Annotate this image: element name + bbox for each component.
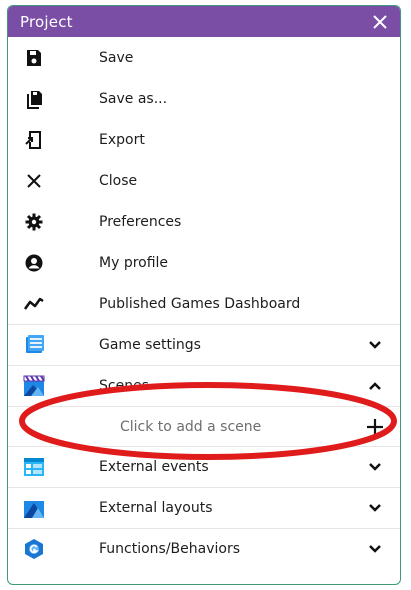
section-functions-behaviors[interactable]: Functions/Behaviors — [8, 528, 400, 569]
project-menu: Save Save as... Export Close Preferences… — [8, 37, 400, 569]
title-bar: Project — [8, 6, 400, 37]
section-label: Scenes — [99, 378, 149, 394]
section-label: External layouts — [99, 500, 213, 516]
menu-item-published-games-dashboard[interactable]: Published Games Dashboard — [8, 283, 400, 324]
chevron-down-icon — [369, 341, 381, 349]
menu-item-export[interactable]: Export — [8, 119, 400, 160]
export-icon — [23, 129, 45, 151]
section-external-events[interactable]: External events — [8, 446, 400, 487]
analytics-icon — [23, 293, 45, 315]
menu-item-label: Save — [99, 49, 134, 66]
section-label: Functions/Behaviors — [99, 541, 241, 557]
chevron-down-icon — [369, 463, 381, 471]
close-project-icon — [23, 170, 45, 192]
section-external-layouts[interactable]: External layouts — [8, 487, 400, 528]
menu-item-label: Export — [99, 131, 145, 148]
add-scene-label: Click to add a scene — [120, 418, 262, 435]
functions-behaviors-icon — [25, 539, 43, 559]
chevron-up-icon — [369, 382, 381, 390]
chevron-down-icon — [369, 545, 381, 553]
chevron-down-icon — [369, 504, 381, 512]
section-scenes[interactable]: Scenes — [8, 365, 400, 406]
project-panel: Project Save Save as... Export Close Pre… — [7, 5, 401, 585]
menu-item-close[interactable]: Close — [8, 160, 400, 201]
plus-icon[interactable] — [366, 418, 384, 436]
scenes-icon — [23, 375, 45, 396]
external-layouts-icon — [24, 501, 44, 518]
section-label: Game settings — [99, 337, 201, 353]
add-scene-row[interactable]: Click to add a scene — [8, 406, 400, 446]
external-events-icon — [24, 458, 44, 476]
menu-item-label: Save as... — [99, 90, 168, 107]
game-settings-icon — [26, 335, 44, 353]
menu-item-save-as[interactable]: Save as... — [8, 78, 400, 119]
menu-item-my-profile[interactable]: My profile — [8, 242, 400, 283]
panel-title: Project — [20, 12, 73, 31]
close-icon[interactable] — [370, 12, 390, 32]
menu-item-label: Close — [99, 172, 138, 189]
section-label: External events — [99, 459, 209, 475]
menu-item-save[interactable]: Save — [8, 37, 400, 78]
menu-item-preferences[interactable]: Preferences — [8, 201, 400, 242]
save-icon — [23, 47, 45, 69]
menu-item-label: Published Games Dashboard — [99, 295, 301, 312]
profile-icon — [23, 252, 45, 274]
menu-item-label: Preferences — [99, 213, 182, 230]
section-game-settings[interactable]: Game settings — [8, 324, 400, 365]
gear-icon — [23, 211, 45, 233]
menu-item-label: My profile — [99, 254, 169, 271]
save-as-icon — [23, 88, 45, 110]
